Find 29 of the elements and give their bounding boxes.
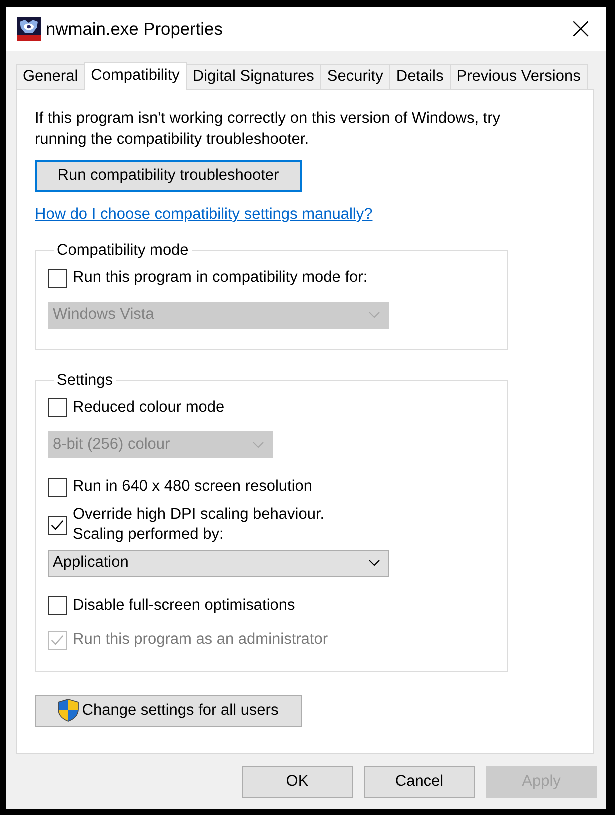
change-settings-button[interactable]: Change settings for all users — [35, 694, 302, 726]
checkbox-label[interactable]: Override high DPI scaling behaviour. Scaling performed by: — [73, 504, 325, 546]
cancel-button[interactable]: Cancel — [364, 766, 475, 798]
close-icon[interactable] — [573, 21, 589, 37]
dropdown[interactable]: Application — [48, 550, 389, 576]
checkbox-label[interactable]: Disable full-screen optimisations — [73, 596, 296, 616]
group-title: Compatibility mode — [56, 241, 190, 261]
chevron-down-icon — [369, 560, 380, 566]
group-title: Settings — [56, 370, 114, 390]
help-link[interactable]: How do I choose compatibility settings manually? — [35, 204, 373, 225]
intro-text: If this program isn't working correctly on this version of Windows, try running the compatibility troubleshooter. — [35, 109, 502, 150]
tab[interactable]: Compatibility — [84, 62, 187, 90]
chevron-down-icon — [253, 442, 264, 448]
troubleshooter-button[interactable]: Run compatibility troubleshooter — [35, 160, 302, 192]
checkbox-label[interactable]: Reduced colour mode — [73, 398, 225, 418]
checkbox[interactable] — [48, 516, 67, 534]
checkbox-label[interactable]: Run in 640 x 480 screen resolution — [73, 477, 313, 498]
checkbox-label[interactable]: Run this program in compatibility mode for: — [73, 268, 368, 288]
chevron-down-icon — [369, 312, 380, 318]
checkbox[interactable] — [48, 478, 67, 497]
checkbox[interactable] — [48, 398, 67, 418]
app-icon — [17, 17, 41, 41]
ok-button[interactable]: OK — [242, 766, 353, 798]
checkbox[interactable] — [48, 596, 67, 616]
tab[interactable]: Previous Versions — [450, 64, 588, 89]
window-title: nwmain.exe Properties — [46, 18, 224, 40]
checkbox[interactable] — [48, 268, 67, 288]
tab[interactable]: General — [16, 64, 86, 89]
shield-icon — [58, 699, 80, 722]
